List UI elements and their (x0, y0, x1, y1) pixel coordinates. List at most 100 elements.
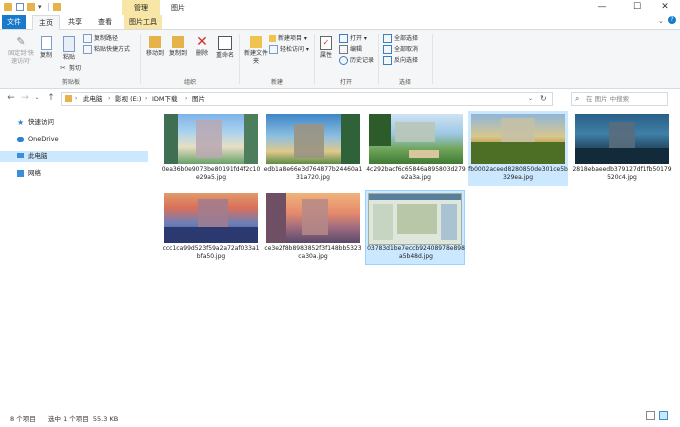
paste-shortcut-button[interactable]: 粘贴快捷方式 (83, 45, 130, 54)
help-icon[interactable]: ? (668, 16, 676, 24)
invert-selection-button[interactable]: 反向选择 (383, 56, 418, 65)
tab-share[interactable]: 共享 (62, 15, 88, 29)
move-to-label: 移动到 (145, 50, 164, 57)
nav-item-network[interactable]: 网络 (0, 168, 148, 179)
breadcrumb-drive-e[interactable]: 影视 (E:) (115, 93, 141, 105)
image-detail (266, 193, 286, 243)
open-group-label: 打开 (339, 79, 352, 86)
nav-item-onedrive[interactable]: OneDrive (0, 134, 148, 145)
copy-button[interactable]: 复制 (36, 36, 56, 60)
rename-button[interactable]: 重命名 (214, 36, 236, 60)
search-box[interactable]: ⌕ 在 图片 中搜索 (571, 92, 668, 106)
large-icons-view-icon[interactable] (659, 411, 668, 420)
select-all-button[interactable]: 全部选择 (383, 34, 418, 43)
image-detail (164, 114, 178, 164)
up-button[interactable]: ↑ (46, 92, 56, 104)
details-view-icon[interactable] (646, 411, 655, 420)
selection-info: 选中 1 个项目 55.3 KB (48, 415, 119, 423)
file-tile-selected[interactable]: 03783d1be7eccb92408978e898a5b48d.jpg (365, 190, 465, 265)
refresh-button[interactable]: ↻ (540, 93, 547, 105)
open-button[interactable]: 打开 ▾ (339, 34, 367, 43)
file-tile-selected[interactable]: fb0002aceed8280850de301ce5b329ea.jpg (468, 111, 568, 186)
delete-button[interactable]: ✕ 删除 (192, 35, 212, 58)
copy-icon (40, 36, 52, 50)
new-folder-icon (250, 36, 262, 48)
copy-path-label: 复制路径 (94, 35, 119, 42)
back-button[interactable]: ← (6, 92, 16, 104)
tab-home[interactable]: 主页 (32, 15, 60, 30)
image-detail (369, 114, 391, 146)
select-none-button[interactable]: 全部取消 (383, 45, 418, 54)
manage-tab-header: 管理 (122, 0, 160, 15)
cut-button[interactable]: ✂ 剪切 (60, 64, 81, 73)
tab-picture-tools[interactable]: 图片工具 (124, 15, 162, 29)
new-item-button[interactable]: 新建项目 ▾ (269, 34, 307, 43)
address-bar[interactable]: › 此电脑 › 影视 (E:) › IDM下载 › 图片 ⌄ ↻ (61, 92, 553, 106)
address-dropdown-icon[interactable]: ⌄ (528, 93, 533, 105)
network-icon (17, 170, 24, 177)
blurred-region (395, 122, 435, 142)
file-name: edb1a8e66e3d764877b24460a131a720.jpg (263, 166, 363, 181)
copy-label: 复制 (39, 52, 52, 59)
image-detail (441, 204, 457, 240)
invert-selection-icon (383, 56, 392, 65)
breadcrumb-this-pc[interactable]: 此电脑 (83, 93, 103, 105)
search-placeholder: 在 图片 中搜索 (586, 95, 630, 103)
group-divider (432, 34, 433, 84)
title-bar: ▾ 管理 图片 — ☐ ✕ (0, 0, 680, 15)
copy-to-label: 复制到 (168, 50, 187, 57)
paste-button[interactable]: 粘贴 (58, 36, 80, 62)
properties-button[interactable]: ✓ 属性 (317, 36, 335, 60)
copy-path-button[interactable]: 复制路径 (83, 34, 118, 43)
edit-button[interactable]: 编辑 (339, 45, 362, 54)
cloud-icon (17, 137, 24, 142)
select-group-label: 选择 (398, 79, 411, 86)
file-tile[interactable]: ccc1ca99d523f59a2a72af033a1bfa50.jpg (161, 190, 261, 265)
history-button[interactable]: 历史记录 (339, 56, 374, 65)
file-tile[interactable]: edb1a8e66e3d764877b24460a131a720.jpg (263, 111, 363, 186)
minimize-button[interactable]: — (587, 0, 617, 15)
image-detail (244, 114, 258, 164)
breadcrumb-pictures[interactable]: 图片 (192, 93, 205, 105)
close-button[interactable]: ✕ (650, 0, 680, 15)
collapse-ribbon-icon[interactable]: ⌄ (658, 17, 664, 25)
image-thumbnail (164, 114, 258, 164)
nav-item-quick-access[interactable]: ★ 快速访问 (0, 117, 148, 128)
copy-to-button[interactable]: 复制到 (167, 36, 189, 58)
nav-item-this-pc[interactable]: 此电脑 (0, 151, 148, 162)
new-folder-icon[interactable] (27, 3, 35, 11)
breadcrumb-separator[interactable]: › (185, 93, 187, 105)
breadcrumb-separator[interactable]: › (108, 93, 110, 105)
qat-dropdown-icon[interactable]: ▾ (38, 3, 46, 11)
vertical-scrollbar[interactable] (670, 108, 678, 408)
file-name: 4c292bacf6c65846a895803d279e2a3a.jpg (366, 166, 466, 181)
file-name: 03783d1be7eccb92408978e898a5b48d.jpg (367, 245, 465, 260)
file-tile[interactable]: 2818ebaeedb379127df1fb50179520c4.jpg (572, 111, 672, 186)
new-folder-button[interactable]: 新建文件夹 (243, 36, 269, 66)
image-thumbnail (369, 114, 463, 164)
paste-icon (63, 36, 75, 52)
properties-label: 属性 (319, 52, 332, 59)
properties-icon[interactable] (16, 3, 24, 11)
pin-quick-access-button[interactable]: ✎ 固定到'快速访问' (6, 36, 36, 66)
tab-view[interactable]: 查看 (92, 15, 118, 29)
tab-file[interactable]: 文件 (2, 15, 26, 29)
recent-locations-icon[interactable]: ⌄ (32, 92, 42, 104)
image-thumbnail (368, 193, 462, 245)
maximize-button[interactable]: ☐ (622, 0, 652, 15)
file-view: 0ea36b0e9073be80191fd4f2c10e29a5.jpg edb… (150, 108, 672, 408)
paste-shortcut-icon (83, 45, 92, 54)
breadcrumb-separator[interactable]: › (145, 93, 147, 105)
easy-access-button[interactable]: 轻松访问 ▾ (269, 45, 309, 54)
breadcrumb-separator[interactable]: › (75, 93, 77, 105)
image-thumbnail (164, 193, 258, 243)
move-to-button[interactable]: 移动到 (144, 36, 166, 58)
new-item-icon (269, 35, 276, 42)
file-tile[interactable]: 4c292bacf6c65846a895803d279e2a3a.jpg (366, 111, 466, 186)
file-tile[interactable]: ce3e2f8b8983852f3f148bb5323ca30a.jpg (263, 190, 363, 265)
file-tile[interactable]: 0ea36b0e9073be80191fd4f2c10e29a5.jpg (161, 111, 261, 186)
select-none-icon (383, 45, 392, 54)
breadcrumb-idm[interactable]: IDM下载 (152, 93, 178, 105)
history-label: 历史记录 (350, 57, 375, 64)
forward-button[interactable]: → (20, 92, 30, 104)
